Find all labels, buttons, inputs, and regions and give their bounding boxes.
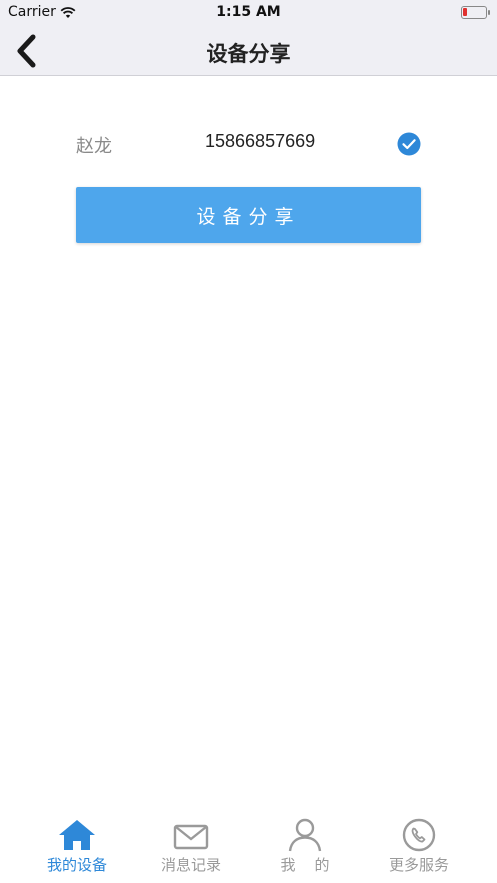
phone-circle-icon bbox=[402, 818, 436, 852]
envelope-icon bbox=[173, 824, 209, 850]
share-contact-row[interactable]: 赵龙 15866857669 bbox=[76, 128, 422, 160]
battery-level bbox=[463, 8, 467, 16]
tab-mine[interactable]: 我 的 bbox=[250, 818, 360, 880]
status-bar: Carrier 1:15 AM bbox=[0, 0, 497, 26]
nav-bar: 设备分享 bbox=[0, 26, 497, 76]
tab-bar: 我的设备 消息记录 我 的 更多服务 bbox=[0, 812, 497, 883]
tab-label: 我的设备 bbox=[46, 856, 107, 874]
status-time: 1:15 AM bbox=[216, 4, 281, 20]
check-circle-icon[interactable] bbox=[397, 132, 421, 156]
device-share-button[interactable]: 设备分享 bbox=[76, 187, 421, 243]
contact-phone: 15866857669 bbox=[205, 131, 316, 151]
tab-label: 我 的 bbox=[280, 856, 330, 874]
battery-icon bbox=[461, 6, 490, 19]
page-title: 设备分享 bbox=[206, 42, 291, 66]
tab-label: 消息记录 bbox=[160, 856, 221, 874]
tab-messages[interactable]: 消息记录 bbox=[136, 818, 246, 880]
tab-more-services[interactable]: 更多服务 bbox=[364, 818, 474, 880]
tab-label: 更多服务 bbox=[388, 856, 449, 874]
contact-name: 赵龙 bbox=[76, 136, 112, 157]
home-icon bbox=[59, 820, 95, 850]
tab-my-devices[interactable]: 我的设备 bbox=[22, 818, 132, 880]
user-icon bbox=[288, 818, 322, 852]
